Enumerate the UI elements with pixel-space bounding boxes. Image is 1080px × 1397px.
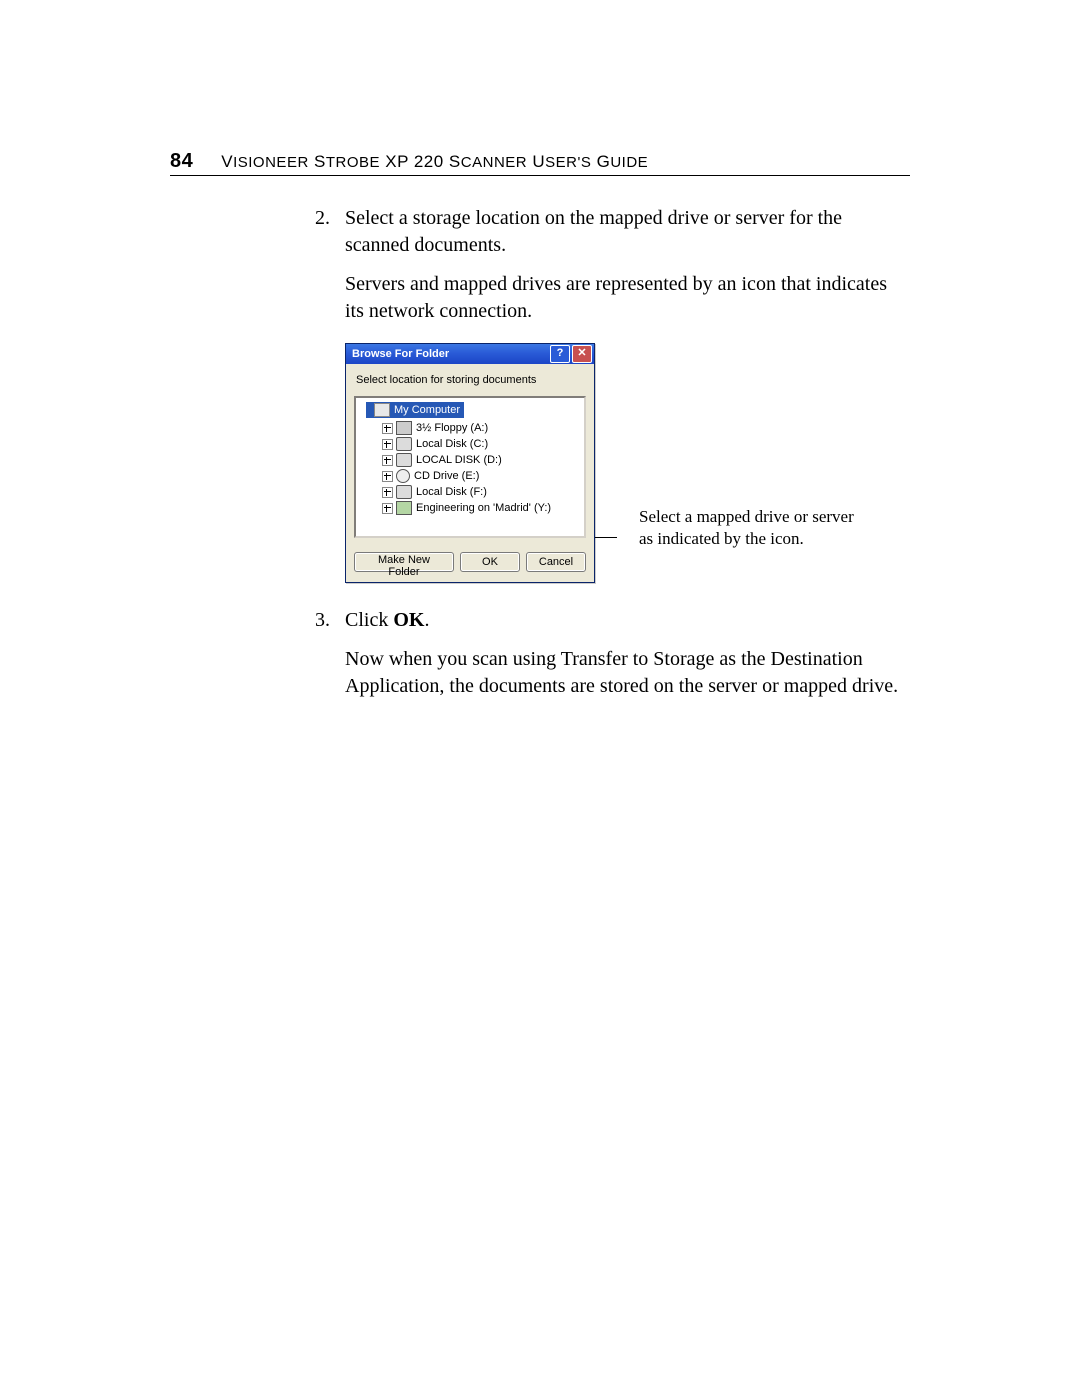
callout-leader-line	[595, 537, 617, 539]
hdd-icon	[396, 453, 412, 467]
step-number: 2.	[315, 205, 345, 259]
dialog-button-row: Make New Folder OK Cancel	[346, 544, 594, 582]
expand-icon[interactable]	[382, 455, 393, 466]
tree-root-my-computer[interactable]: My Computer	[366, 402, 464, 418]
cancel-button[interactable]: Cancel	[526, 552, 586, 572]
tree-item-label: Engineering on 'Madrid' (Y:)	[416, 502, 551, 514]
tree-item-label: Local Disk (F:)	[416, 486, 487, 498]
floppy-icon	[396, 421, 412, 435]
tree-item-label: Local Disk (C:)	[416, 438, 488, 450]
tree-item-network[interactable]: Engineering on 'Madrid' (Y:)	[358, 500, 582, 516]
dialog-titlebar[interactable]: Browse For Folder ? ✕	[346, 344, 594, 364]
page-number: 84	[170, 150, 193, 173]
step-3-paragraph: Now when you scan using Transfer to Stor…	[345, 646, 905, 700]
expand-icon[interactable]	[382, 471, 393, 482]
figure-browse-for-folder: Browse For Folder ? ✕ Select location fo…	[345, 343, 905, 583]
folder-tree[interactable]: My Computer 3½ Floppy (A:) Local Disk (C…	[354, 396, 586, 538]
header-rule	[170, 175, 910, 176]
browse-for-folder-dialog: Browse For Folder ? ✕ Select location fo…	[345, 343, 595, 583]
tree-item-local-f[interactable]: Local Disk (F:)	[358, 484, 582, 500]
page-body: 2. Select a storage location on the mapp…	[315, 205, 905, 714]
tree-root-label: My Computer	[394, 404, 460, 416]
tree-item-floppy[interactable]: 3½ Floppy (A:)	[358, 420, 582, 436]
figure-callout: Select a mapped drive or server as indic…	[639, 506, 859, 550]
hdd-icon	[396, 485, 412, 499]
step-2: 2. Select a storage location on the mapp…	[315, 205, 905, 259]
tree-item-label: 3½ Floppy (A:)	[416, 422, 488, 434]
hdd-icon	[396, 437, 412, 451]
running-title: VISIONEER STROBE XP 220 SCANNER USER'S G…	[221, 152, 648, 172]
computer-icon	[374, 403, 390, 417]
dialog-title: Browse For Folder	[352, 348, 548, 360]
step-3: 3. Click OK.	[315, 607, 905, 634]
dialog-instruction: Select location for storing documents	[346, 364, 594, 390]
expand-icon[interactable]	[382, 487, 393, 498]
cd-icon	[396, 469, 410, 483]
ok-button[interactable]: OK	[460, 552, 520, 572]
expand-icon[interactable]	[382, 503, 393, 514]
step-2-paragraph: Servers and mapped drives are represente…	[345, 271, 905, 325]
network-drive-icon	[396, 501, 412, 515]
page-header: 84 VISIONEER STROBE XP 220 SCANNER USER'…	[170, 150, 910, 173]
step-text: Click OK.	[345, 607, 905, 634]
tree-item-label: LOCAL DISK (D:)	[416, 454, 502, 466]
manual-page: 84 VISIONEER STROBE XP 220 SCANNER USER'…	[0, 0, 1080, 1397]
tree-item-local-c[interactable]: Local Disk (C:)	[358, 436, 582, 452]
step-text: Select a storage location on the mapped …	[345, 205, 905, 259]
tree-item-cd[interactable]: CD Drive (E:)	[358, 468, 582, 484]
expand-icon[interactable]	[382, 423, 393, 434]
make-new-folder-button[interactable]: Make New Folder	[354, 552, 454, 572]
tree-item-label: CD Drive (E:)	[414, 470, 479, 482]
step-number: 3.	[315, 607, 345, 634]
expand-icon[interactable]	[382, 439, 393, 450]
help-button[interactable]: ?	[550, 345, 570, 363]
tree-item-local-d[interactable]: LOCAL DISK (D:)	[358, 452, 582, 468]
close-button[interactable]: ✕	[572, 345, 592, 363]
